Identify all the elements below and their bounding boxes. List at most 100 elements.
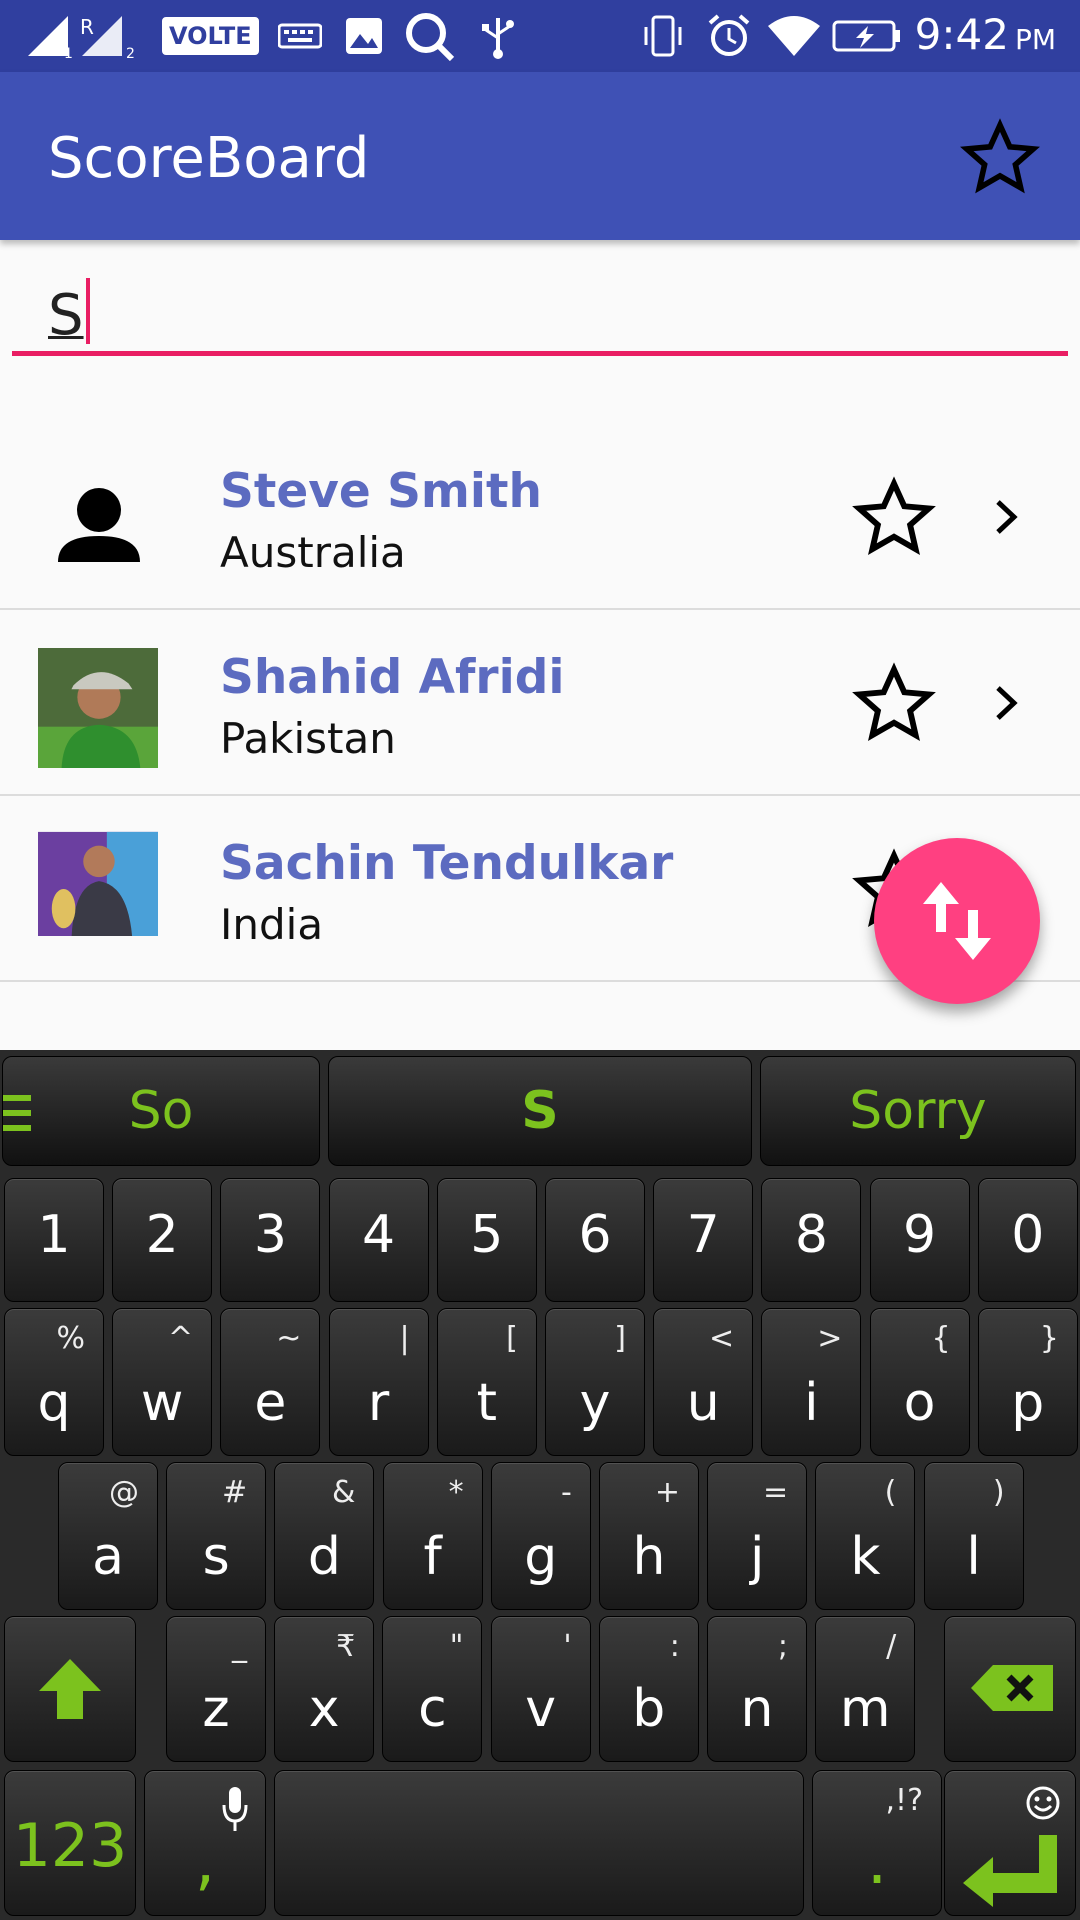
- key-w[interactable]: ^ w: [112, 1308, 213, 1456]
- svg-text:2: 2: [126, 46, 135, 58]
- key-label: c: [418, 1679, 447, 1739]
- key-3[interactable]: 3: [220, 1178, 321, 1302]
- key-6[interactable]: 6: [545, 1178, 645, 1302]
- key-k[interactable]: (k: [815, 1462, 916, 1610]
- svg-text:R: R: [80, 15, 94, 39]
- player-name: Shahid Afridi: [220, 650, 565, 705]
- key-8[interactable]: 8: [761, 1178, 862, 1302]
- key-e[interactable]: ~ e: [220, 1308, 321, 1456]
- key-label: y: [579, 1373, 611, 1433]
- key-label: m: [839, 1679, 891, 1739]
- player-list-item[interactable]: Steve Smith Australia: [0, 424, 1080, 610]
- suggestion-1[interactable]: So: [2, 1056, 320, 1166]
- key-q[interactable]: % q: [4, 1308, 104, 1456]
- period-key[interactable]: ,!? .: [812, 1770, 942, 1916]
- key-label: v: [525, 1679, 556, 1739]
- key-9[interactable]: 9: [869, 1178, 970, 1302]
- keyboard: So S Sorry 1 2 3 4 5 6 7 8 9 0% q ^ w ~ e | r[t] y < u > i{o}…: [0, 1050, 1080, 1920]
- key-label: q: [37, 1373, 71, 1433]
- key-label: h: [632, 1527, 666, 1587]
- key-2[interactable]: 2: [112, 1178, 213, 1302]
- sort-fab[interactable]: [874, 838, 1040, 1004]
- key-d[interactable]: & d: [274, 1462, 375, 1610]
- key-5[interactable]: 5: [436, 1178, 537, 1302]
- key-4[interactable]: 4: [328, 1178, 429, 1302]
- swap-vertical-icon: [923, 882, 991, 960]
- key-t[interactable]: [t: [436, 1308, 537, 1456]
- favorite-star-icon[interactable]: [850, 474, 938, 562]
- space-key[interactable]: [274, 1770, 804, 1916]
- key-b[interactable]: :b: [598, 1616, 699, 1762]
- key-1[interactable]: 1: [4, 1178, 104, 1302]
- key-s[interactable]: # s: [166, 1462, 267, 1610]
- key-label: z: [202, 1679, 230, 1739]
- key-label: 1: [37, 1205, 71, 1265]
- chevron-right-icon[interactable]: [980, 676, 1034, 730]
- key-0[interactable]: 0: [977, 1178, 1078, 1302]
- key-alt-label: =: [763, 1475, 789, 1510]
- player-name: Steve Smith: [220, 464, 542, 519]
- key-m[interactable]: / m: [815, 1616, 916, 1762]
- key-alt-label: #: [222, 1475, 248, 1510]
- key-label: 9: [903, 1205, 937, 1265]
- key-h[interactable]: + h: [599, 1462, 699, 1610]
- key-y[interactable]: ] y: [545, 1308, 645, 1456]
- backspace-key[interactable]: [944, 1616, 1076, 1762]
- player-photo: [38, 826, 160, 936]
- suggestion-3[interactable]: Sorry: [760, 1056, 1076, 1166]
- key-o[interactable]: {o: [869, 1308, 970, 1456]
- player-list-item[interactable]: Shahid Afridi Pakistan: [0, 610, 1080, 796]
- signal-sim2-icon: R2: [78, 14, 152, 58]
- key-label: k: [850, 1527, 881, 1587]
- favorite-star-icon[interactable]: [850, 660, 938, 748]
- key-u[interactable]: < u: [653, 1308, 754, 1456]
- key-a[interactable]: @ a: [58, 1462, 158, 1610]
- key-alt-label: ~: [276, 1321, 302, 1356]
- key-r[interactable]: | r: [328, 1308, 429, 1456]
- search-input[interactable]: S: [12, 262, 1068, 356]
- battery-charging-icon: [832, 14, 902, 58]
- usb-icon: [478, 14, 518, 59]
- key-alt-label: (: [884, 1475, 897, 1510]
- key-j[interactable]: = j: [707, 1462, 808, 1610]
- key-i[interactable]: > i: [761, 1308, 862, 1456]
- key-7[interactable]: 7: [653, 1178, 754, 1302]
- key-label: n: [740, 1679, 774, 1739]
- suggestion-2[interactable]: S: [328, 1056, 752, 1166]
- key-alt-label: :: [669, 1629, 680, 1664]
- key-label: s: [202, 1527, 230, 1587]
- search-icon: [404, 13, 456, 61]
- key-label: b: [632, 1679, 666, 1739]
- wifi-icon: [766, 14, 822, 58]
- key-g[interactable]: -g: [490, 1462, 591, 1610]
- symbols-key[interactable]: 123: [4, 1770, 136, 1916]
- favorites-star-icon[interactable]: [958, 116, 1042, 200]
- key-c[interactable]: " c: [382, 1616, 483, 1762]
- enter-key[interactable]: [944, 1770, 1076, 1916]
- key-label: t: [476, 1373, 497, 1433]
- search-underline: [12, 351, 1068, 356]
- key-f[interactable]: * f: [382, 1462, 483, 1610]
- key-label: p: [1011, 1373, 1045, 1433]
- key-label: d: [307, 1527, 341, 1587]
- backspace-icon: [971, 1665, 1053, 1711]
- key-p[interactable]: } p: [977, 1308, 1078, 1456]
- player-country: Pakistan: [220, 714, 396, 763]
- key-x[interactable]: ₹ x: [274, 1616, 375, 1762]
- key-v[interactable]: ' v: [490, 1616, 591, 1762]
- chevron-right-icon[interactable]: [980, 490, 1034, 544]
- key-label: x: [308, 1679, 340, 1739]
- key-z[interactable]: _ z: [166, 1616, 266, 1762]
- comma-voice-key[interactable]: ,: [144, 1770, 266, 1916]
- key-label: o: [903, 1373, 936, 1433]
- key-l[interactable]: ) l: [923, 1462, 1024, 1610]
- shift-key[interactable]: [4, 1616, 136, 1762]
- key-label: u: [686, 1373, 720, 1433]
- key-label: 8: [794, 1205, 828, 1265]
- text-cursor: [85, 278, 90, 344]
- alarm-icon: [706, 14, 752, 58]
- key-n[interactable]: ; n: [707, 1616, 807, 1762]
- key-alt-label: ₹: [336, 1629, 356, 1664]
- key-alt-label: -: [560, 1475, 572, 1510]
- app-bar: ScoreBoard: [0, 72, 1080, 240]
